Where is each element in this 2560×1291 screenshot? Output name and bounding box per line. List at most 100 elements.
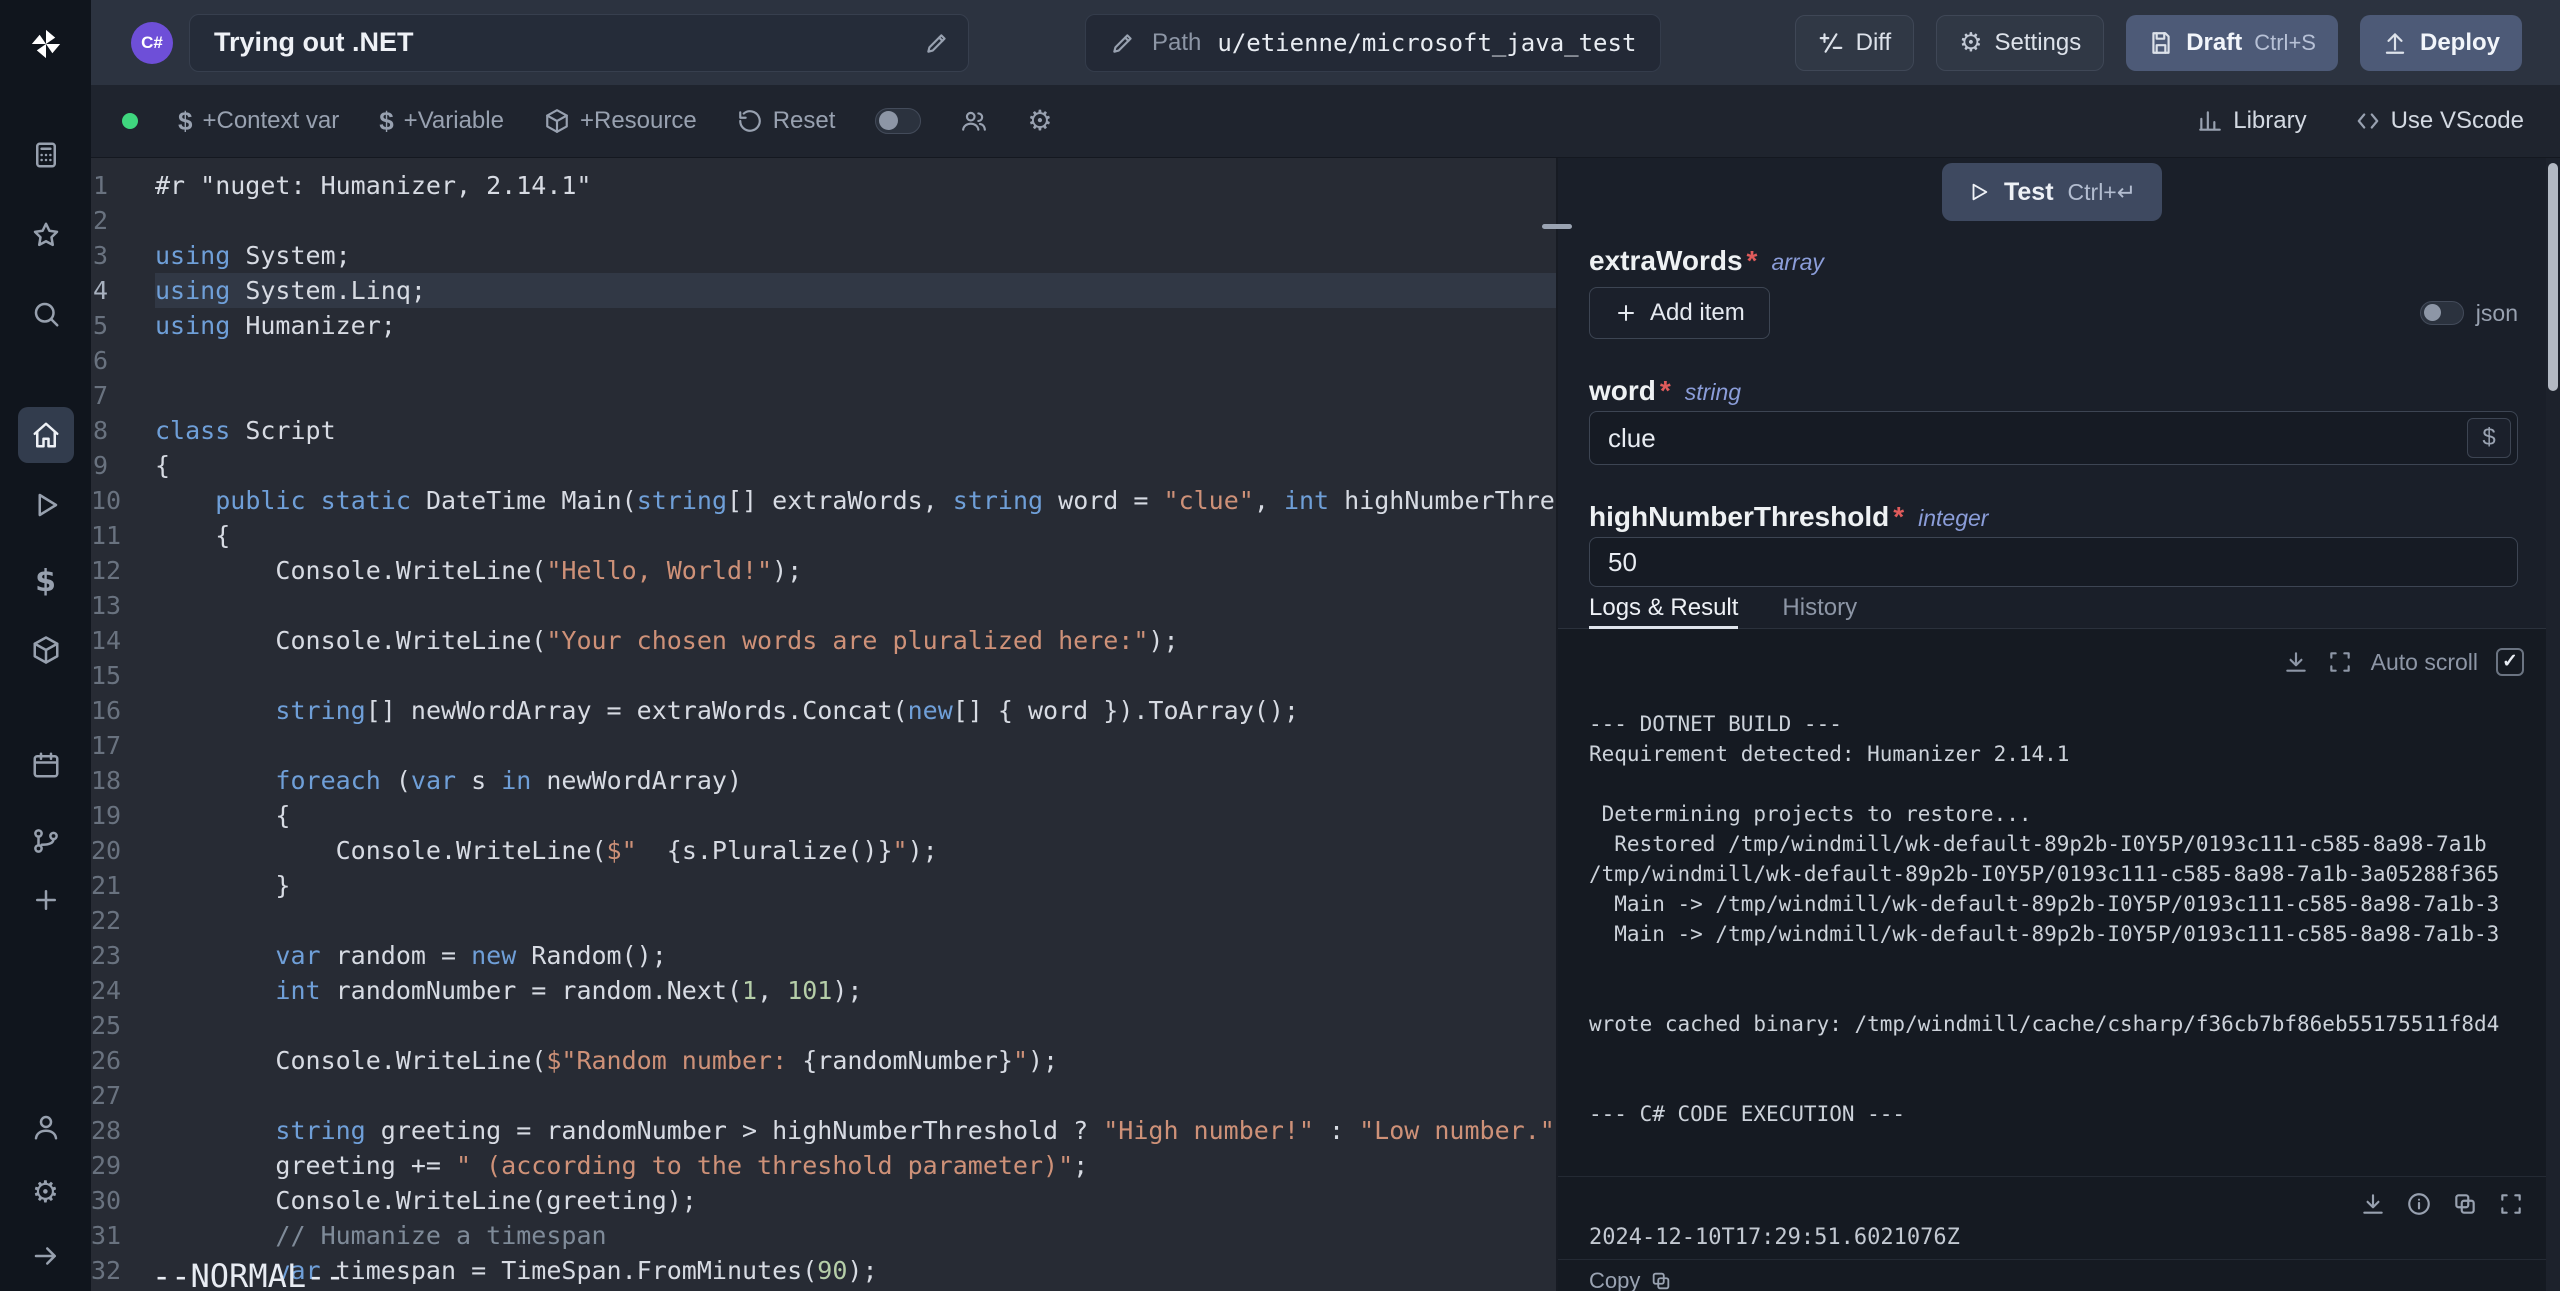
tab-logs-result[interactable]: Logs & Result <box>1589 587 1738 628</box>
plus-icon <box>1614 301 1638 325</box>
code-line[interactable]: 11 { <box>91 518 1556 553</box>
user-icon[interactable] <box>18 1110 74 1144</box>
code-line[interactable]: 28 string greeting = randomNumber > high… <box>91 1113 1556 1148</box>
code-line[interactable]: 20 Console.WriteLine($" {s.Pluralize()}"… <box>91 833 1556 868</box>
multiplayer-toggle[interactable] <box>875 108 921 134</box>
code-line[interactable]: 31 // Humanize a timespan <box>91 1218 1556 1253</box>
code-line[interactable]: 19 { <box>91 798 1556 833</box>
code-line[interactable]: 18 foreach (var s in newWordArray) <box>91 763 1556 798</box>
add-item-button[interactable]: Add item <box>1589 287 1770 339</box>
code-line[interactable]: 21 } <box>91 868 1556 903</box>
draft-shortcut: Ctrl+S <box>2254 30 2316 56</box>
code-line[interactable]: 27 <box>91 1078 1556 1113</box>
library-button[interactable]: Library <box>2197 107 2306 135</box>
code-line[interactable]: 6 <box>91 343 1556 378</box>
expand-logs-icon[interactable] <box>2327 649 2353 675</box>
code-line[interactable]: 1#r "nuget: Humanizer, 2.14.1" <box>91 168 1556 203</box>
code-line[interactable]: 15 <box>91 658 1556 693</box>
code-line[interactable]: 10 public static DateTime Main(string[] … <box>91 483 1556 518</box>
windmill-app: $ ⚙ C# Trying <box>0 0 2560 1291</box>
threshold-input-wrapper <box>1589 537 2518 587</box>
editor-settings-gear-icon[interactable]: ⚙ <box>1027 107 1052 135</box>
code-editor[interactable]: 1#r "nuget: Humanizer, 2.14.1"23using Sy… <box>91 158 1556 1291</box>
code-line[interactable]: 12 Console.WriteLine("Hello, World!"); <box>91 553 1556 588</box>
word-input[interactable] <box>1590 423 2517 454</box>
code-line[interactable]: 9{ <box>91 448 1556 483</box>
settings-label: Settings <box>1995 29 2082 57</box>
home-icon[interactable] <box>18 407 74 463</box>
reset-button[interactable]: Reset <box>737 107 836 135</box>
logs-output[interactable]: --- DOTNET BUILD ---Requirement detected… <box>1558 629 2546 1176</box>
add-context-var-button[interactable]: $ +Context var <box>178 106 339 137</box>
code-line[interactable]: 4using System.Linq; <box>91 273 1556 308</box>
schedules-calendar-icon[interactable] <box>18 748 74 782</box>
runs-play-icon[interactable] <box>18 488 74 522</box>
download-result-icon[interactable] <box>2360 1191 2386 1217</box>
apps-icon[interactable] <box>18 138 74 172</box>
scrollbar-thumb[interactable] <box>2548 163 2558 391</box>
code-line[interactable]: 13 <box>91 588 1556 623</box>
flows-branch-icon[interactable] <box>18 824 74 858</box>
script-title-box[interactable]: Trying out .NET <box>189 14 969 72</box>
page-scrollbar[interactable] <box>2546 158 2560 1291</box>
code-line[interactable]: 2 <box>91 203 1556 238</box>
auto-scroll-checkbox[interactable]: ✓ <box>2496 648 2524 676</box>
settings-gear-icon[interactable]: ⚙ <box>18 1176 74 1210</box>
threshold-input[interactable] <box>1590 547 2517 578</box>
save-icon <box>2148 30 2174 56</box>
use-vscode-button[interactable]: Use VScode <box>2355 107 2524 135</box>
play-icon <box>1968 181 1990 203</box>
log-line: wrote cached binary: /tmp/windmill/cache… <box>1589 1009 2546 1039</box>
copy-row[interactable]: Copy <box>1558 1259 2546 1291</box>
code-line[interactable]: 24 int randomNumber = random.Next(1, 101… <box>91 973 1556 1008</box>
code-line[interactable]: 29 greeting += " (according to the thres… <box>91 1148 1556 1183</box>
code-line[interactable]: 26 Console.WriteLine($"Random number: {r… <box>91 1043 1556 1078</box>
resize-handle[interactable] <box>1542 224 1572 229</box>
log-line: Main -> /tmp/windmill/wk-default-89p2b-I… <box>1589 889 2546 919</box>
code-line[interactable]: 30 Console.WriteLine(greeting); <box>91 1183 1556 1218</box>
diff-button[interactable]: Diff <box>1795 15 1915 71</box>
copy-result-icon[interactable] <box>2452 1191 2478 1217</box>
fullscreen-result-icon[interactable] <box>2498 1191 2524 1217</box>
code-line[interactable]: 3using System; <box>91 238 1556 273</box>
draft-button[interactable]: Draft Ctrl+S <box>2126 15 2338 71</box>
code-line[interactable]: 7 <box>91 378 1556 413</box>
variables-dollar-icon[interactable]: $ <box>18 565 74 599</box>
info-icon[interactable] <box>2406 1191 2432 1217</box>
add-variable-button[interactable]: $ +Variable <box>379 106 504 137</box>
deploy-button[interactable]: Deploy <box>2360 15 2522 71</box>
insert-variable-dollar-button[interactable]: $ <box>2467 418 2511 458</box>
tab-history[interactable]: History <box>1782 587 1857 628</box>
code-line[interactable]: 14 Console.WriteLine("Your chosen words … <box>91 623 1556 658</box>
log-line <box>1589 949 2546 979</box>
code-line[interactable]: 16 string[] newWordArray = extraWords.Co… <box>91 693 1556 728</box>
code-line[interactable]: 22 <box>91 903 1556 938</box>
json-toggle[interactable] <box>2420 301 2464 325</box>
header: C# Trying out .NET Path u/etienne/micros… <box>91 0 2560 85</box>
code-line[interactable]: 25 <box>91 1008 1556 1043</box>
result-tabs: Logs & Result History <box>1558 587 2546 629</box>
search-icon[interactable] <box>18 297 74 331</box>
test-button[interactable]: Test Ctrl+↵ <box>1942 163 2162 221</box>
script-path-chip[interactable]: Path u/etienne/microsoft_java_test <box>1085 14 1661 72</box>
more-plus-icon[interactable] <box>18 883 74 917</box>
code-line[interactable]: 17 <box>91 728 1556 763</box>
code-line[interactable]: 23 var random = new Random(); <box>91 938 1556 973</box>
log-line: Main -> /tmp/windmill/wk-default-89p2b-I… <box>1589 919 2546 949</box>
code-line[interactable]: 5using Humanizer; <box>91 308 1556 343</box>
edit-title-pencil-icon[interactable] <box>924 30 950 56</box>
json-toggle-label: json <box>2476 300 2518 327</box>
code-line[interactable]: 8class Script <box>91 413 1556 448</box>
windmill-logo-icon[interactable] <box>24 22 68 66</box>
resources-package-icon[interactable] <box>18 633 74 667</box>
multiplayer-users-icon[interactable] <box>961 108 987 134</box>
run-panel: Test Ctrl+↵ extraWords * array Add i <box>1558 158 2546 1291</box>
download-logs-icon[interactable] <box>2283 649 2309 675</box>
code-lines: 1#r "nuget: Humanizer, 2.14.1"23using Sy… <box>91 168 1556 1288</box>
settings-button[interactable]: ⚙ Settings <box>1936 15 2104 71</box>
log-line: Determining projects to restore... <box>1589 799 2546 829</box>
collapse-arrow-icon[interactable] <box>18 1239 74 1273</box>
add-resource-button[interactable]: +Resource <box>544 107 697 135</box>
csharp-language-icon: C# <box>131 22 173 64</box>
favorites-star-icon[interactable] <box>18 218 74 252</box>
